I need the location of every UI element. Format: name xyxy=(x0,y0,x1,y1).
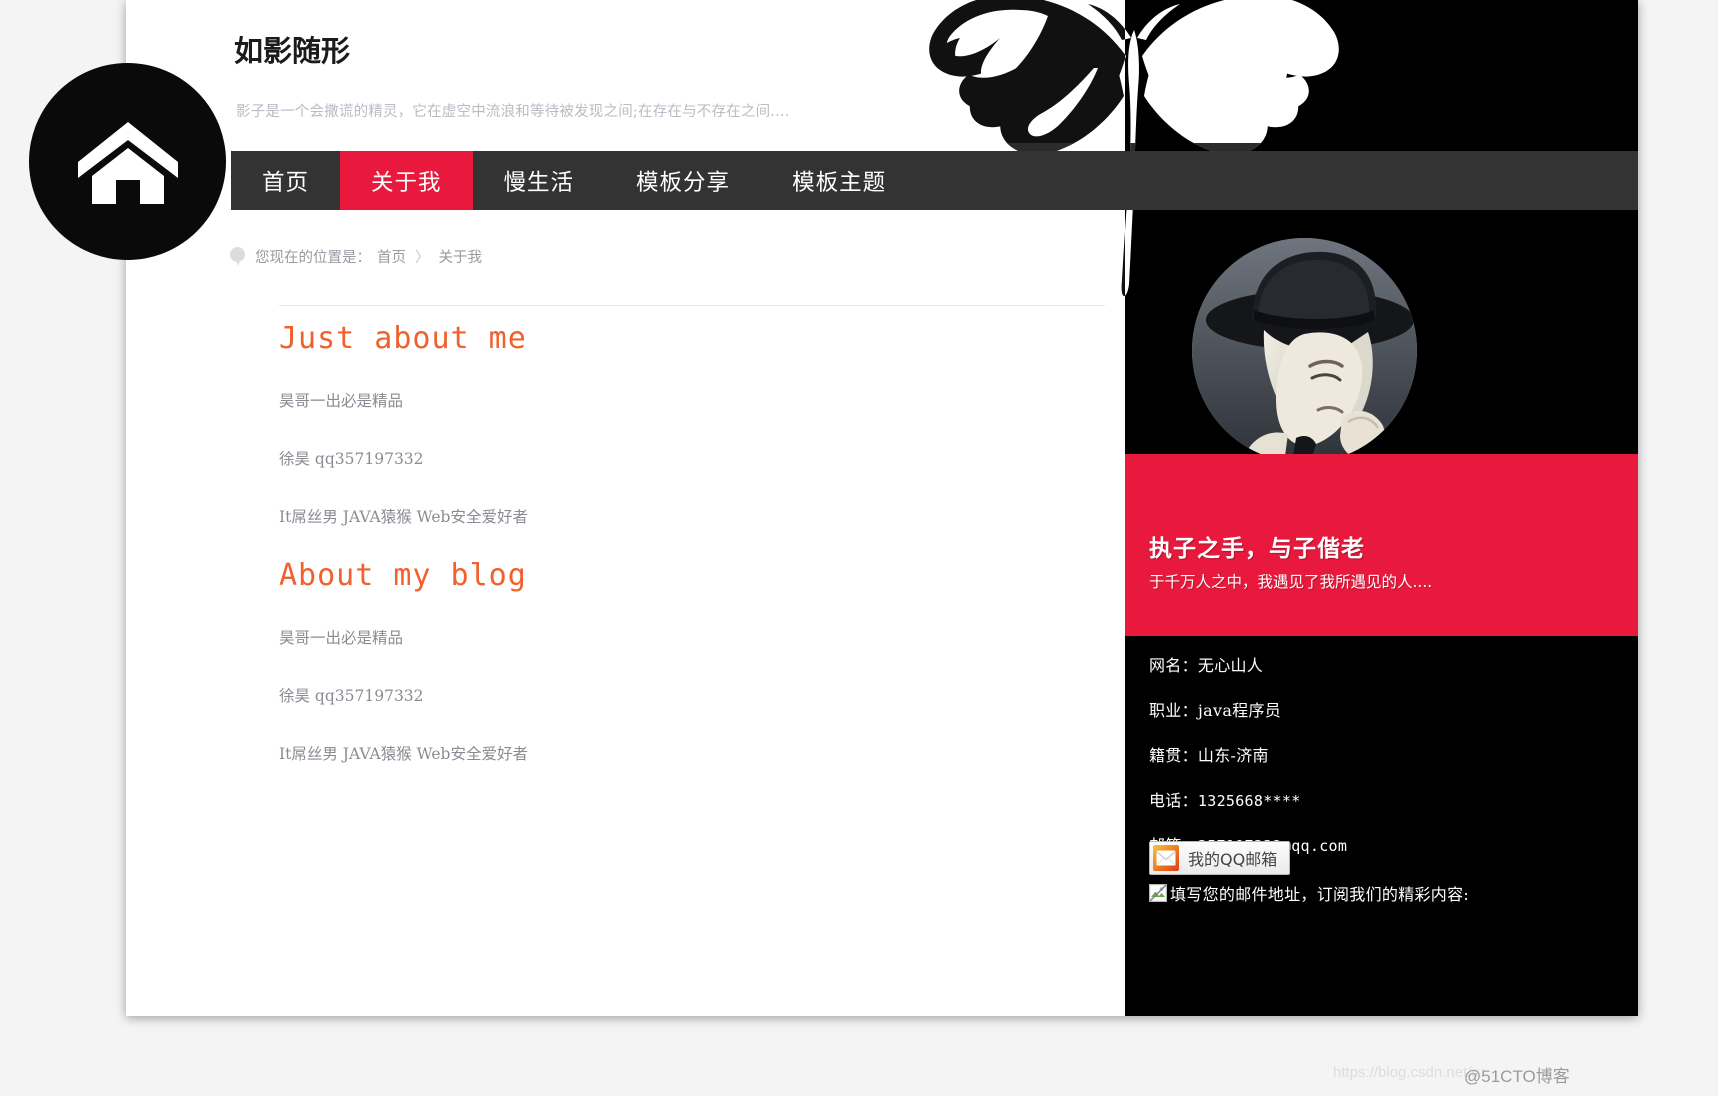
article-paragraph: 徐昊 qq357197332 xyxy=(279,687,424,705)
subscribe-text: 填写您的邮件地址，订阅我们的精彩内容: xyxy=(1170,885,1470,904)
nav-item-template-share[interactable]: 模板分享 xyxy=(605,151,761,210)
nav-item-about-me[interactable]: 关于我 xyxy=(340,151,473,210)
broken-image-icon xyxy=(1149,884,1167,902)
article-paragraph: It屌丝男 JAVA猿猴 Web安全爱好者 xyxy=(279,508,528,526)
breadcrumb-item-current: 关于我 xyxy=(438,250,483,266)
site-title: 如影随形 xyxy=(234,34,351,68)
info-label: 网名： xyxy=(1149,656,1198,675)
info-value: 1325668**** xyxy=(1197,792,1301,810)
info-label: 电话： xyxy=(1149,791,1198,810)
breadcrumb-item-home[interactable]: 首页 xyxy=(377,246,406,267)
qq-mail-button[interactable]: 我的QQ邮箱 xyxy=(1149,841,1291,875)
qq-mail-button-label: 我的QQ邮箱 xyxy=(1188,850,1278,869)
quote-subtitle: 于千万人之中，我遇见了我所遇见的人.... xyxy=(1149,573,1433,591)
article-paragraph: It屌丝男 JAVA猿猴 Web安全爱好者 xyxy=(279,745,528,763)
csdn-watermark: https://blog.csdn.net/ru xyxy=(1333,1064,1485,1081)
article-paragraph: 徐昊 qq357197332 xyxy=(279,450,424,468)
nav-item-label: 首页 xyxy=(262,169,310,196)
article-paragraph: 昊哥一出必是精品 xyxy=(279,629,404,647)
info-row-hometown: 籍贯：山东-济南 xyxy=(1149,742,1619,766)
page-container: 如影随形 影子是一个会撒谎的精灵，它在虚空中流浪和等待被发现之间;在存在与不存在… xyxy=(126,0,1638,1016)
info-row-occupation: 职业：java程序员 xyxy=(1149,697,1619,721)
nav-item-label: 模板分享 xyxy=(636,169,731,196)
nav-item-label: 模板主题 xyxy=(792,169,887,196)
info-label: 职业： xyxy=(1149,701,1198,720)
home-icon xyxy=(77,121,178,204)
article-heading-just-about-me: Just about me xyxy=(279,321,527,356)
article-paragraph: 昊哥一出必是精品 xyxy=(279,392,404,410)
info-row-phone: 电话：1325668**** xyxy=(1149,787,1619,811)
nav-item-slow-life[interactable]: 慢生活 xyxy=(473,151,606,210)
quote-title: 执子之手，与子偕老 xyxy=(1149,535,1365,562)
breadcrumb-separator: 〉 xyxy=(415,250,430,266)
mail-envelope-icon xyxy=(1152,844,1180,872)
quote-block: 执子之手，与子偕老 于千万人之中，我遇见了我所遇见的人.... xyxy=(1125,454,1638,636)
home-button[interactable] xyxy=(29,63,226,260)
cto-watermark: @51CTO博客 xyxy=(1464,1067,1570,1086)
article-body: Just about me 昊哥一出必是精品 徐昊 qq357197332 It… xyxy=(279,306,1109,764)
info-value: java程序员 xyxy=(1197,701,1282,720)
nav-item-label: 慢生活 xyxy=(503,169,575,196)
nav-item-template-theme[interactable]: 模板主题 xyxy=(761,151,917,210)
breadcrumb: 您现在的位置是： 首页 〉 关于我 xyxy=(230,246,482,267)
main-navigation: 首页 关于我 慢生活 模板分享 模板主题 xyxy=(231,151,1638,210)
site-tagline: 影子是一个会撒谎的精灵，它在虚空中流浪和等待被发现之间;在存在与不存在之间...… xyxy=(236,104,790,120)
info-row-nickname: 网名：无心山人 xyxy=(1149,652,1619,676)
avatar xyxy=(1192,238,1417,463)
info-value: 无心山人 xyxy=(1197,656,1264,675)
location-pin-icon xyxy=(230,246,245,267)
nav-item-home[interactable]: 首页 xyxy=(231,151,340,210)
breadcrumb-prefix: 您现在的位置是： xyxy=(255,250,371,266)
subscribe-row: 填写您的邮件地址，订阅我们的精彩内容: xyxy=(1149,881,1469,905)
info-label: 籍贯： xyxy=(1149,746,1198,765)
info-value: 山东-济南 xyxy=(1197,746,1269,765)
article-heading-about-my-blog: About my blog xyxy=(279,558,527,593)
nav-item-label: 关于我 xyxy=(371,169,442,196)
